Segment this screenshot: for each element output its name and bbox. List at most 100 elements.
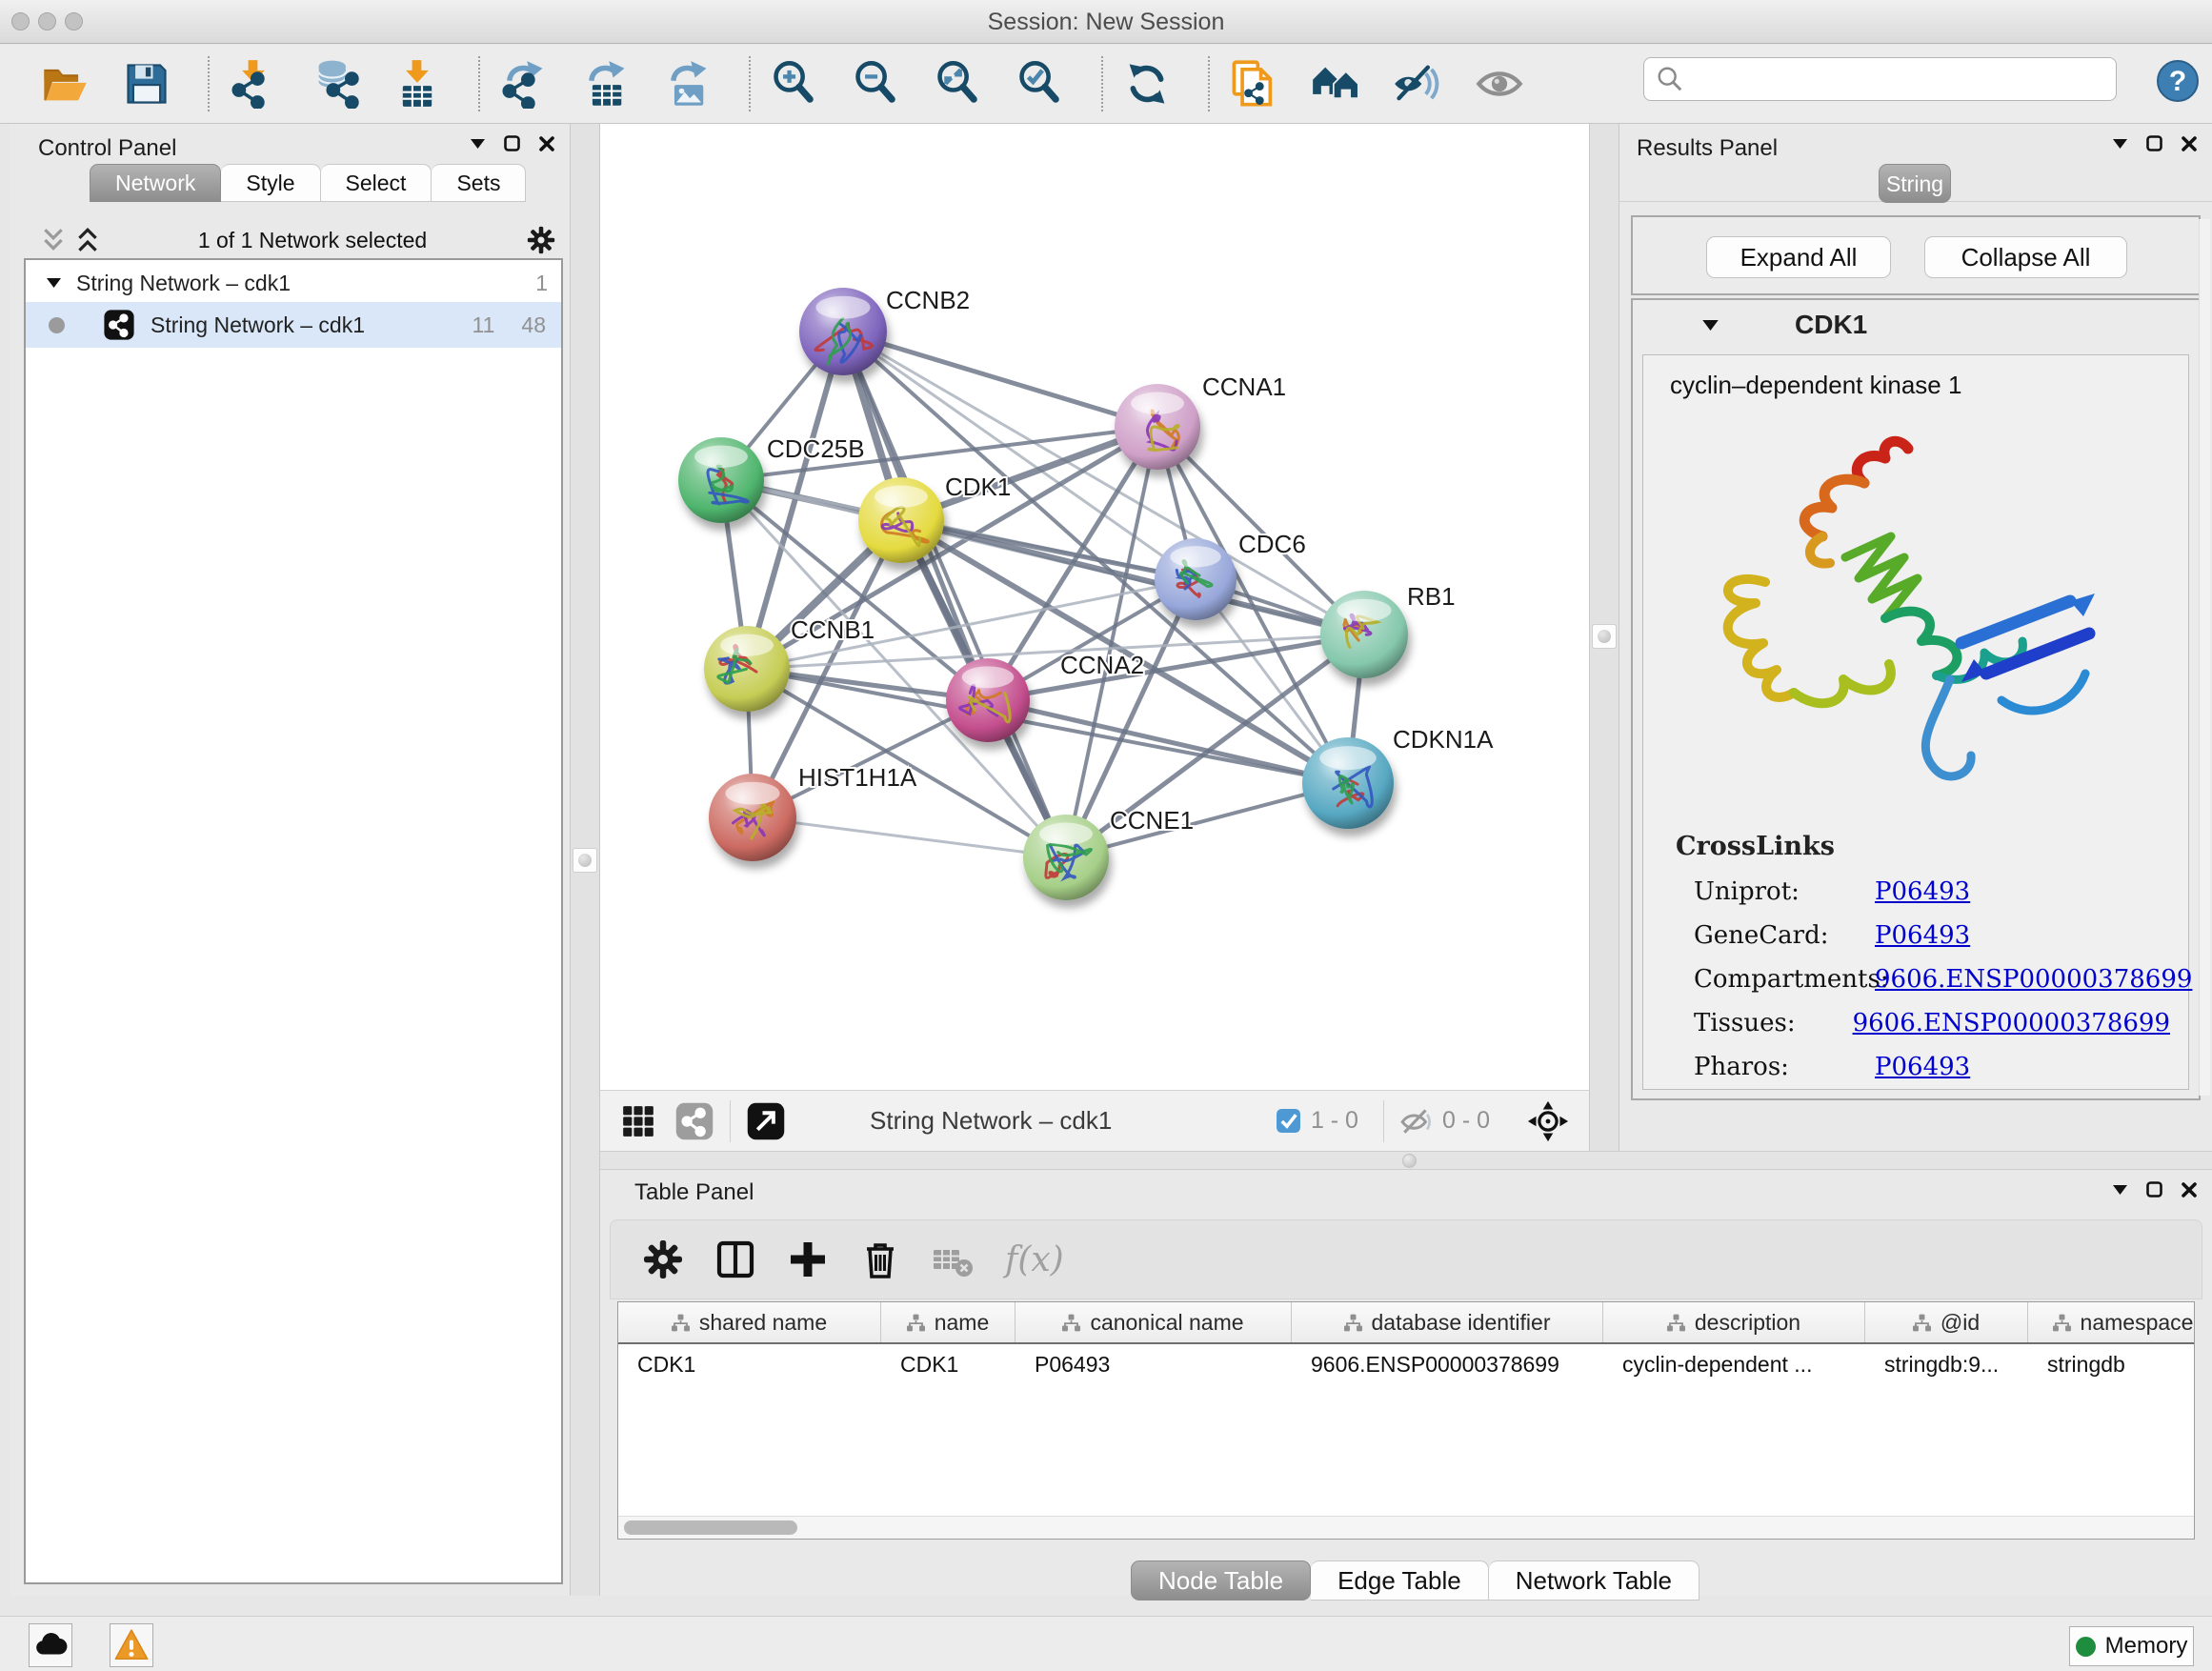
memory-button[interactable]: Memory [2069, 1626, 2194, 1666]
column-header-description[interactable]: description [1603, 1302, 1865, 1342]
collapse-all-networks-icon[interactable] [41, 227, 66, 253]
network-options-gear-icon[interactable] [525, 224, 557, 256]
crosslink-value-link[interactable]: 9606.ENSP00000378699 [1875, 965, 2192, 994]
minimize-window-button[interactable] [38, 12, 56, 30]
tab-network[interactable]: Network [90, 164, 221, 202]
panel-menu-icon[interactable] [471, 139, 485, 149]
string-view-button[interactable] [674, 1101, 714, 1141]
tab-style[interactable]: Style [221, 164, 320, 202]
expand-all-button[interactable]: Expand All [1706, 236, 1891, 278]
zoom-fit-button[interactable] [932, 56, 985, 111]
column-header-@id[interactable]: @id [1865, 1302, 2028, 1342]
right-splitter[interactable] [1589, 124, 1619, 1151]
warnings-button[interactable] [110, 1623, 153, 1667]
network-row-selected[interactable]: String Network – cdk1 11 48 [26, 302, 561, 348]
grid-view-button[interactable] [619, 1102, 657, 1140]
network-collection-row[interactable]: String Network – cdk1 1 [26, 266, 561, 300]
crosslink-value-link[interactable]: P06493 [1875, 877, 1970, 906]
table-cell[interactable]: CDK1 [881, 1344, 1016, 1386]
collection-expand-icon[interactable] [47, 278, 61, 288]
create-column-button[interactable] [778, 1230, 837, 1289]
import-network-from-file-button[interactable] [227, 56, 280, 111]
network-edge[interactable] [843, 332, 1157, 427]
close-window-button[interactable] [11, 12, 30, 30]
column-header-shared-name[interactable]: shared name [618, 1302, 881, 1342]
detach-view-button[interactable] [746, 1101, 786, 1141]
zoom-selected-button[interactable] [1014, 56, 1067, 111]
tab-network-table[interactable]: Network Table [1489, 1560, 1699, 1601]
close-panel-icon[interactable] [2182, 1182, 2197, 1198]
float-panel-icon[interactable] [2146, 135, 2162, 151]
table-cell[interactable]: 9606.ENSP00000378699 [1292, 1344, 1603, 1386]
crosslink-value-link[interactable]: P06493 [1875, 921, 1970, 950]
right-splitter-grip[interactable] [1592, 624, 1617, 649]
panel-menu-icon[interactable] [2113, 139, 2127, 149]
section-collapse-icon[interactable] [1702, 320, 1719, 331]
crosslink-value-link[interactable]: P06493 [1875, 1053, 1970, 1081]
column-header-canonical-name[interactable]: canonical name [1016, 1302, 1292, 1342]
search-input[interactable] [1684, 66, 2104, 92]
horizontal-splitter[interactable] [600, 1151, 2212, 1170]
search-field[interactable] [1643, 57, 2117, 101]
collapse-all-button[interactable]: Collapse All [1924, 236, 2127, 278]
table-options-button[interactable] [633, 1230, 693, 1289]
float-panel-icon[interactable] [2146, 1181, 2162, 1198]
export-table-button[interactable] [579, 56, 633, 111]
update-network-button[interactable] [1120, 56, 1174, 111]
duplicate-network-button[interactable] [1227, 56, 1280, 111]
table-hscrollbar[interactable] [618, 1516, 2194, 1539]
network-node-CDKN1A[interactable]: CDKN1A [1302, 725, 1494, 829]
show-columns-button[interactable] [706, 1230, 765, 1289]
save-session-button[interactable] [120, 56, 173, 111]
tab-node-table[interactable]: Node Table [1131, 1560, 1311, 1601]
selected-checkbox[interactable] [1276, 1108, 1301, 1134]
network-node-RB1[interactable]: RB1 [1320, 582, 1456, 678]
crosslink-row: GeneCard:P06493 [1694, 914, 2170, 957]
expand-all-networks-icon[interactable] [75, 227, 100, 253]
column-header-name[interactable]: name [881, 1302, 1016, 1342]
table-cell[interactable]: CDK1 [618, 1344, 881, 1386]
show-all-button[interactable] [1473, 56, 1526, 111]
import-table-from-file-button[interactable] [391, 56, 444, 111]
horizontal-splitter-grip[interactable] [1402, 1154, 1417, 1168]
left-splitter-grip[interactable] [573, 848, 597, 873]
network-node-HIST1H1A[interactable]: HIST1H1A [709, 763, 917, 861]
hide-selected-button[interactable] [1391, 56, 1444, 111]
zoom-window-button[interactable] [65, 12, 83, 30]
help-button[interactable]: ? [2155, 58, 2201, 104]
birdseye-view-button[interactable] [1526, 1099, 1570, 1143]
zoom-in-button[interactable] [768, 56, 821, 111]
column-header-database-identifier[interactable]: database identifier [1292, 1302, 1603, 1342]
node-section-header[interactable]: CDK1 [1633, 300, 2199, 350]
cloud-services-button[interactable] [29, 1623, 72, 1667]
results-scrollbar[interactable] [2199, 219, 2210, 1096]
close-panel-icon[interactable] [539, 136, 554, 151]
float-panel-icon[interactable] [504, 135, 520, 151]
tab-edge-table[interactable]: Edge Table [1311, 1560, 1489, 1601]
table-cell[interactable]: stringdb:9... [1865, 1344, 2028, 1386]
zoom-out-button[interactable] [850, 56, 903, 111]
import-network-from-database-button[interactable] [309, 56, 362, 111]
network-edge[interactable] [753, 817, 1066, 857]
open-file-button[interactable] [38, 56, 91, 111]
column-header-namespace[interactable]: namespace [2028, 1302, 2195, 1342]
export-image-button[interactable] [661, 56, 714, 111]
delete-column-button[interactable] [851, 1230, 910, 1289]
table-cell[interactable]: stringdb [2028, 1344, 2195, 1386]
tab-string[interactable]: String [1879, 164, 1951, 203]
export-network-button[interactable] [497, 56, 551, 111]
table-hscroll-thumb[interactable] [624, 1520, 797, 1535]
table-cell[interactable]: P06493 [1016, 1344, 1292, 1386]
first-neighbors-button[interactable] [1309, 56, 1362, 111]
close-panel-icon[interactable] [2182, 136, 2197, 151]
panel-menu-icon[interactable] [2113, 1185, 2127, 1195]
crosslink-value-link[interactable]: 9606.ENSP00000378699 [1853, 1009, 2170, 1037]
left-splitter[interactable] [570, 124, 600, 1596]
network-canvas[interactable]: CCNB2CCNA1CDC25BCDK1CDC6RB1CCNB1CCNA2CDK… [600, 124, 1589, 1090]
network-node-CCNE1[interactable]: CCNE1 [1023, 806, 1194, 900]
tab-sets[interactable]: Sets [432, 164, 526, 202]
tab-select[interactable]: Select [321, 164, 432, 202]
network-node-CCNA1[interactable]: CCNA1 [1115, 372, 1286, 470]
table-cell[interactable]: cyclin-dependent ... [1603, 1344, 1865, 1386]
network-node-CDC25B[interactable]: CDC25B [678, 434, 865, 523]
